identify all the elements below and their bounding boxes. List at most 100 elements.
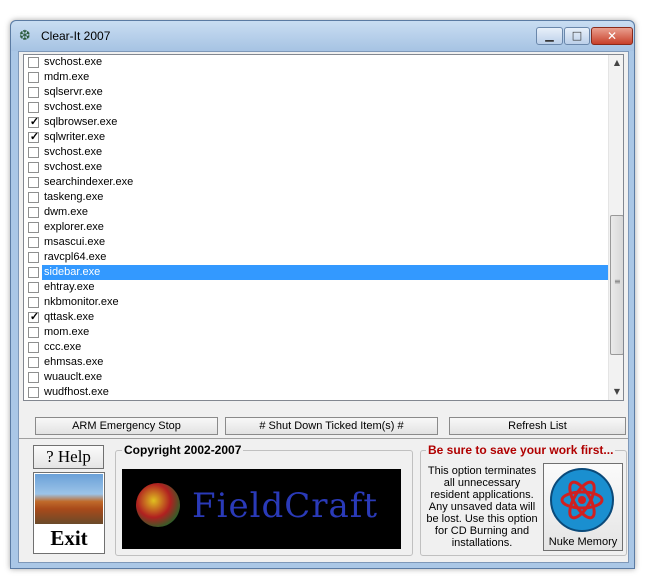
process-name: nkbmonitor.exe: [44, 296, 119, 308]
window-title: Clear-It 2007: [41, 29, 111, 43]
process-checkbox[interactable]: [28, 192, 39, 203]
process-checkbox[interactable]: ✓: [28, 131, 40, 143]
list-item[interactable]: ✓ sqlbrowser.exe: [24, 115, 608, 130]
process-checkbox[interactable]: [28, 267, 39, 278]
process-name: dwm.exe: [44, 206, 89, 218]
fieldcraft-mark-icon: [136, 483, 180, 527]
checkmark-icon: ✓: [29, 131, 40, 143]
fieldcraft-logo: FieldCraft: [122, 469, 401, 549]
title-bar[interactable]: ❆ Clear-It 2007 ▁ □ ✕: [11, 21, 634, 51]
list-item[interactable]: mdm.exe: [24, 70, 608, 85]
process-list-items: svchost.exe mdm.exe sqlservr.exe svchost.ex…: [24, 55, 608, 400]
process-checkbox[interactable]: [28, 282, 39, 293]
process-name: wudfhost.exe: [44, 386, 109, 398]
process-name: wuauclt.exe: [44, 371, 103, 383]
list-item[interactable]: svchost.exe: [24, 100, 608, 115]
app-logo-icon: ❆: [19, 28, 31, 44]
divider: [19, 438, 628, 439]
list-item[interactable]: mom.exe: [24, 325, 608, 340]
scroll-thumb[interactable]: ≡: [610, 215, 623, 355]
process-checkbox[interactable]: [28, 207, 39, 218]
process-name: qttask.exe: [44, 311, 95, 323]
process-name: ravcpl64.exe: [44, 251, 107, 263]
process-list[interactable]: svchost.exe mdm.exe sqlservr.exe svchost.ex…: [23, 54, 624, 401]
arm-emergency-stop-button[interactable]: ARM Emergency Stop: [35, 417, 218, 435]
nuke-memory-label: Nuke Memory: [548, 536, 618, 548]
list-item[interactable]: ehtray.exe: [24, 280, 608, 295]
list-item[interactable]: ✓ sqlwriter.exe: [24, 130, 608, 145]
list-item[interactable]: explorer.exe: [24, 220, 608, 235]
scroll-up-icon[interactable]: ▲: [609, 55, 623, 71]
list-item[interactable]: ravcpl64.exe: [24, 250, 608, 265]
process-name: mom.exe: [44, 326, 90, 338]
vertical-scrollbar[interactable]: ▲ ≡ ▼: [608, 55, 623, 400]
help-button[interactable]: ? Help: [33, 445, 104, 469]
maximize-icon: □: [571, 29, 583, 42]
close-icon: ✕: [606, 29, 618, 43]
process-name: svchost.exe: [44, 101, 103, 113]
refresh-list-button[interactable]: Refresh List: [449, 417, 626, 435]
process-checkbox[interactable]: [28, 177, 39, 188]
checkmark-icon: ✓: [29, 116, 40, 128]
process-checkbox[interactable]: [28, 147, 39, 158]
process-checkbox[interactable]: [28, 87, 39, 98]
list-item[interactable]: ehmsas.exe: [24, 355, 608, 370]
exit-photo-icon: [35, 474, 103, 524]
process-checkbox[interactable]: ✓: [28, 311, 39, 323]
list-item[interactable]: wudfhost.exe: [24, 385, 608, 400]
list-item[interactable]: msascui.exe: [24, 235, 608, 250]
process-checkbox[interactable]: [28, 222, 39, 233]
process-checkbox[interactable]: [28, 327, 39, 338]
process-checkbox[interactable]: [28, 57, 39, 68]
process-name: svchost.exe: [44, 146, 103, 158]
minimize-button[interactable]: ▁: [536, 27, 563, 45]
scroll-down-icon[interactable]: ▼: [609, 384, 623, 400]
process-name: searchindexer.exe: [44, 176, 134, 188]
process-name: sidebar.exe: [42, 265, 608, 280]
process-checkbox[interactable]: [28, 162, 39, 173]
list-item[interactable]: svchost.exe: [24, 160, 608, 175]
shut-down-ticked-button[interactable]: # Shut Down Ticked Item(s) #: [225, 417, 438, 435]
close-button[interactable]: ✕: [591, 27, 633, 45]
list-item[interactable]: searchindexer.exe: [24, 175, 608, 190]
process-name: sqlwriter.exe: [44, 131, 106, 143]
process-checkbox[interactable]: [28, 237, 39, 248]
list-item[interactable]: taskeng.exe: [24, 190, 608, 205]
process-checkbox[interactable]: ✓: [28, 116, 40, 128]
process-name: sqlbrowser.exe: [44, 116, 118, 128]
process-name: taskeng.exe: [44, 191, 104, 203]
client-area: svchost.exe mdm.exe sqlservr.exe svchost.ex…: [18, 51, 629, 563]
process-checkbox[interactable]: [28, 357, 39, 368]
maximize-button[interactable]: □: [564, 27, 590, 45]
nuke-memory-button[interactable]: Nuke Memory: [543, 463, 623, 551]
process-checkbox[interactable]: [28, 297, 39, 308]
list-item[interactable]: sidebar.exe: [24, 265, 608, 280]
process-name: svchost.exe: [44, 56, 103, 68]
list-item[interactable]: svchost.exe: [24, 145, 608, 160]
process-checkbox[interactable]: [28, 387, 39, 398]
process-checkbox[interactable]: [28, 102, 39, 113]
list-item[interactable]: sqlservr.exe: [24, 85, 608, 100]
nuke-group: Be sure to save your work first... This …: [420, 443, 627, 556]
list-item[interactable]: ccc.exe: [24, 340, 608, 355]
process-checkbox[interactable]: [28, 72, 39, 83]
nuke-description: This option terminates all unnecessary r…: [426, 465, 538, 549]
process-checkbox[interactable]: [28, 252, 39, 263]
list-item[interactable]: wuauclt.exe: [24, 370, 608, 385]
list-item[interactable]: ✓ qttask.exe: [24, 310, 608, 325]
nuke-warning-heading: Be sure to save your work first...: [426, 443, 616, 457]
grip-icon: ≡: [614, 277, 621, 286]
process-name: mdm.exe: [44, 71, 90, 83]
process-name: explorer.exe: [44, 221, 104, 233]
copyright-group: Copyright 2002-2007 FieldCraft: [115, 443, 413, 556]
exit-button[interactable]: Exit: [33, 472, 105, 554]
process-checkbox[interactable]: [28, 342, 39, 353]
exit-label: Exit: [50, 526, 88, 550]
process-name: sqlservr.exe: [44, 86, 103, 98]
list-item[interactable]: dwm.exe: [24, 205, 608, 220]
list-item[interactable]: nkbmonitor.exe: [24, 295, 608, 310]
process-checkbox[interactable]: [28, 372, 39, 383]
list-item[interactable]: svchost.exe: [24, 55, 608, 70]
process-name: msascui.exe: [44, 236, 106, 248]
copyright-label: Copyright 2002-2007: [122, 443, 244, 457]
